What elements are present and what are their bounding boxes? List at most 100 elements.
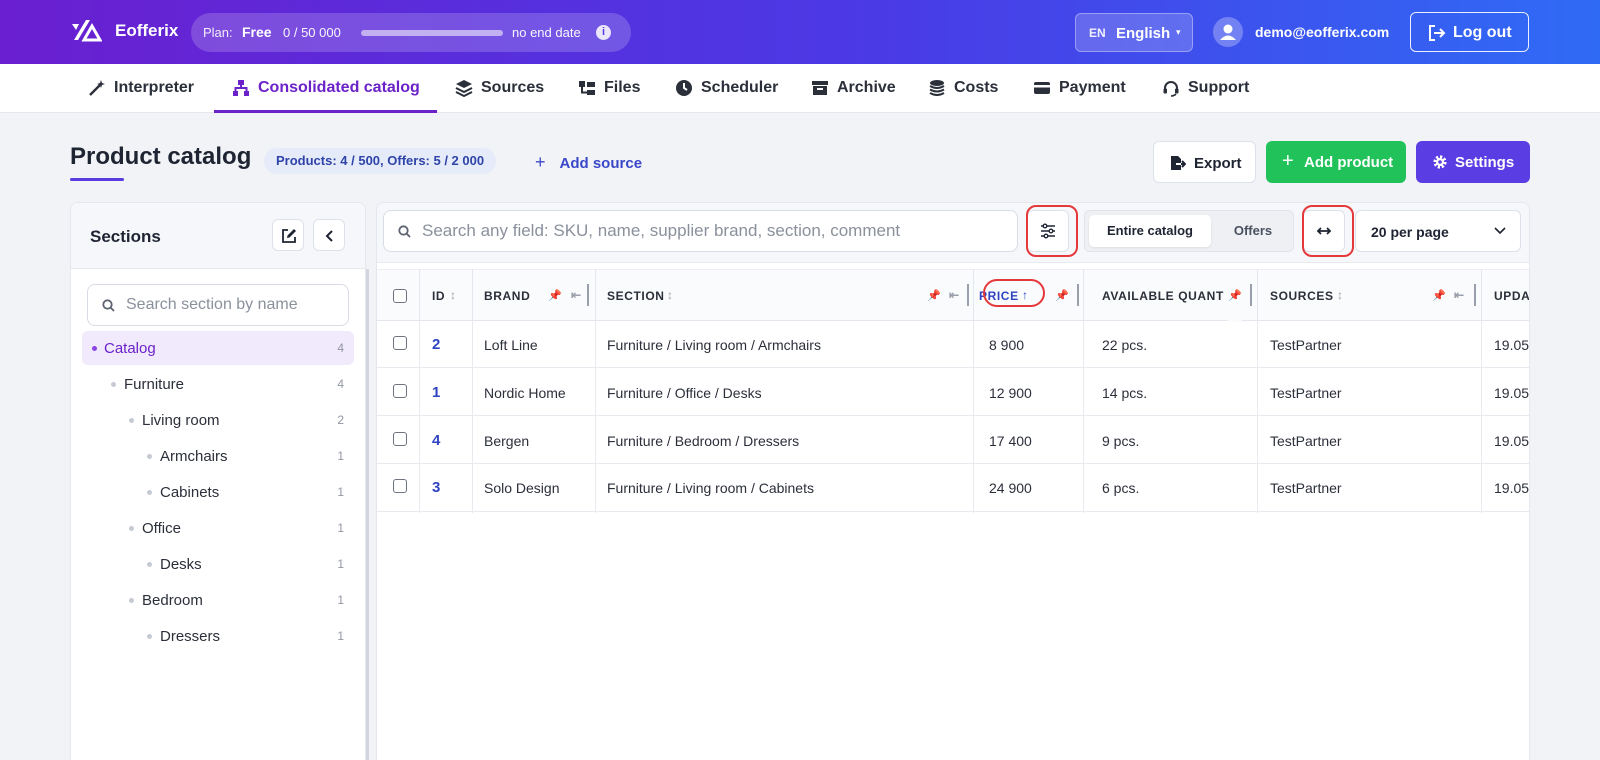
pin-icon[interactable]: 📌: [1055, 289, 1069, 302]
column-header-brand[interactable]: BRAND 📌 ⇤: [484, 270, 594, 322]
brand-name[interactable]: Eofferix: [115, 21, 178, 41]
tree-item-count: 1: [337, 521, 344, 535]
edit-icon: [282, 229, 296, 243]
logout-button[interactable]: Log out: [1410, 12, 1529, 52]
edit-sections-button[interactable]: [272, 219, 304, 251]
column-resize-handle[interactable]: [967, 284, 969, 306]
add-product-button[interactable]: + Add product: [1266, 141, 1406, 183]
bullet-icon: [111, 382, 116, 387]
row-divider: [377, 367, 1529, 368]
sidebar-title: Sections: [90, 227, 161, 246]
tree-item-office[interactable]: Office 1: [82, 511, 354, 545]
add-source-label: Add source: [559, 155, 643, 172]
plan-label: Plan:: [203, 25, 233, 40]
info-icon[interactable]: i: [596, 25, 611, 40]
column-header-quantity-tools: 📌: [1228, 270, 1242, 322]
file-export-icon: [1171, 156, 1186, 170]
column-resize-handle[interactable]: [587, 284, 589, 306]
column-divider: [1481, 321, 1482, 513]
row-id-link[interactable]: 3: [432, 479, 440, 496]
row-section: Furniture / Bedroom / Dressers: [607, 433, 800, 449]
logo-icon[interactable]: [70, 18, 102, 46]
row-checkbox[interactable]: [393, 336, 407, 350]
column-header-updated[interactable]: UPDA: [1494, 270, 1529, 322]
row-price: 17 400: [989, 433, 1032, 449]
sort-icon[interactable]: ↕: [1337, 288, 1344, 302]
bullet-icon: [147, 490, 152, 495]
row-id-link[interactable]: 2: [432, 336, 440, 353]
pin-left-icon[interactable]: ⇤: [571, 288, 582, 302]
pin-icon[interactable]: 📌: [548, 289, 562, 302]
nav-label: Scheduler: [701, 79, 779, 96]
tree-item-cabinets[interactable]: Cabinets 1: [82, 475, 354, 509]
avatar[interactable]: [1213, 17, 1243, 47]
sidebar-resize-handle[interactable]: [366, 269, 369, 760]
catalog-search-input[interactable]: [422, 221, 1007, 241]
tree-item-bedroom[interactable]: Bedroom 1: [82, 583, 354, 617]
collapse-sidebar-button[interactable]: [313, 219, 345, 251]
column-resize-handle[interactable]: [1250, 284, 1252, 306]
tree-item-armchairs[interactable]: Armchairs 1: [82, 439, 354, 473]
nav-label: Payment: [1059, 79, 1126, 96]
column-divider: [1257, 269, 1258, 321]
column-header-id[interactable]: ID ↕: [432, 270, 472, 322]
settings-button[interactable]: Settings: [1416, 141, 1530, 183]
table-header: ID ↕ BRAND 📌 ⇤ SECTION ↕ 📌 ⇤ PRICE ↑ 📌 A…: [377, 269, 1529, 322]
tree-item-furniture[interactable]: Furniture 4: [82, 367, 354, 401]
tree-item-catalog[interactable]: Catalog 4: [82, 331, 354, 365]
pin-icon[interactable]: 📌: [1432, 289, 1446, 302]
select-all-checkbox[interactable]: [393, 289, 407, 303]
tree-item-label: Furniture: [124, 376, 185, 393]
tree-item-label: Desks: [160, 556, 202, 573]
settings-label: Settings: [1455, 154, 1515, 171]
user-email[interactable]: demo@eofferix.com: [1255, 24, 1389, 40]
column-resize-handle[interactable]: [1077, 284, 1079, 306]
export-button[interactable]: Export: [1153, 141, 1256, 183]
column-label: SECTION: [607, 289, 665, 303]
per-page-select[interactable]: 20 per page: [1355, 210, 1521, 252]
row-brand: Bergen: [484, 433, 530, 449]
tree-item-desks[interactable]: Desks 1: [82, 547, 354, 581]
row-checkbox[interactable]: [393, 384, 407, 398]
row-brand: Nordic Home: [484, 385, 566, 401]
row-checkbox[interactable]: [393, 432, 407, 446]
chevron-left-icon: [325, 230, 333, 242]
column-label: ID: [432, 289, 446, 303]
scope-toggle: Entire catalog Offers: [1084, 210, 1294, 252]
section-search-input[interactable]: [126, 295, 341, 315]
row-id-link[interactable]: 4: [432, 432, 440, 449]
sort-icon[interactable]: ↕: [450, 288, 457, 302]
language-selector[interactable]: EN English ▾: [1075, 13, 1193, 52]
tree-item-label: Office: [142, 520, 181, 537]
scope-entire-catalog[interactable]: Entire catalog: [1089, 215, 1211, 247]
scope-offers[interactable]: Offers: [1215, 215, 1291, 247]
credit-card-icon: [1034, 82, 1050, 94]
row-brand: Loft Line: [484, 337, 538, 353]
column-divider: [595, 269, 596, 321]
plan-value: Free: [242, 24, 272, 40]
bullet-icon: [92, 346, 97, 351]
row-updated: 19.05: [1494, 433, 1530, 449]
row-checkbox[interactable]: [393, 479, 407, 493]
column-divider: [472, 269, 473, 321]
tree-item-count: 4: [337, 341, 344, 355]
row-quantity: 22 pcs.: [1102, 337, 1148, 353]
tree-item-living-room[interactable]: Living room 2: [82, 403, 354, 437]
gear-icon: [1433, 155, 1447, 169]
column-header-sources[interactable]: SOURCES ↕ 📌 ⇤: [1270, 270, 1470, 322]
column-header-section[interactable]: SECTION ↕ 📌 ⇤: [607, 270, 967, 322]
column-divider: [1083, 321, 1084, 513]
add-source-button[interactable]: + Add source: [535, 152, 642, 173]
pin-icon[interactable]: 📌: [1228, 289, 1242, 302]
sections-sidebar: Sections Catalog 4 Furniture 4 Living ro…: [70, 202, 369, 760]
sort-icon[interactable]: ↕: [667, 288, 674, 302]
pin-left-icon[interactable]: ⇤: [949, 288, 960, 302]
row-id-link[interactable]: 1: [432, 384, 440, 401]
column-resize-handle[interactable]: [1474, 284, 1476, 306]
tree-item-dressers[interactable]: Dressers 1: [82, 619, 354, 653]
column-divider: [1481, 269, 1482, 321]
search-icon: [398, 225, 411, 238]
pin-left-icon[interactable]: ⇤: [1454, 288, 1465, 302]
pin-icon[interactable]: 📌: [927, 289, 941, 302]
row-updated: 19.05: [1494, 385, 1530, 401]
